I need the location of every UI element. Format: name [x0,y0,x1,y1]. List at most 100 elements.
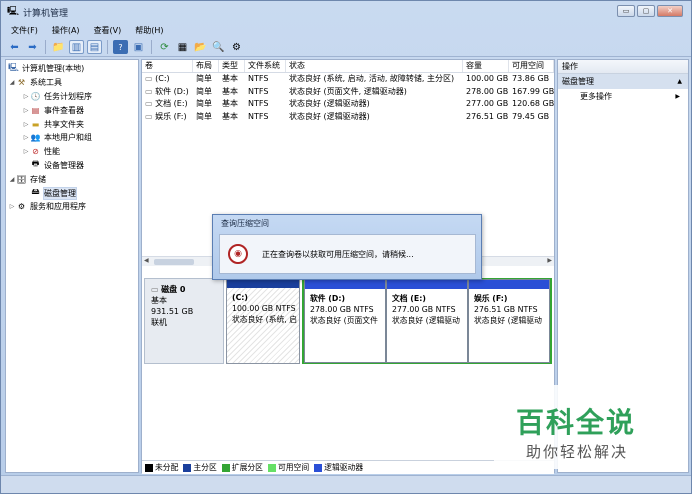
tree-item-computer-management-local[interactable]: 🖳 计算机管理(本地) [6,62,138,76]
column-header-layout[interactable]: 布局 [193,60,219,72]
open-folder-icon[interactable]: 📂 [193,40,208,54]
computer-management-icon: 🖳 [7,7,20,17]
tree-item-disk-management[interactable]: 🖴 磁盘管理 [6,186,138,200]
tree-item-performance[interactable]: ▷ ⊘ 性能 [6,145,138,159]
performance-icon: ⊘ [32,147,39,157]
partition-status: 状态良好 (页面文件 [310,316,378,325]
forward-icon[interactable]: ➡ [25,40,40,54]
show-hide-tree-icon[interactable]: ▥ [69,40,84,54]
minimize-button[interactable]: ▭ [617,5,635,17]
menu-view[interactable]: 查看(V) [94,25,122,36]
back-icon[interactable]: ⬅ [7,40,22,54]
partition-f[interactable]: 娱乐 (F:) 276.51 GB NTFS 状态良好 (逻辑驱动 [468,279,550,363]
tree-item-local-users-groups[interactable]: ▷ 👥 本地用户和组 [6,131,138,145]
maximize-button[interactable]: ▢ [637,5,655,17]
window-title: 计算机管理 [23,8,69,19]
table-row[interactable]: ▭ (C:) 简单 基本 NTFS 状态良好 (系统, 启动, 活动, 故障转储… [142,73,554,86]
legend-unallocated: 未分配 [145,462,178,473]
watermark-title: 百科全说 [516,406,637,439]
disk-size: 931.51 GB [151,307,194,316]
scrollbar-thumb[interactable] [154,259,194,265]
disk-0-label[interactable]: ▭ 磁盘 0 基本 931.51 GB 联机 [144,278,224,364]
tree-item-system-tools[interactable]: ◢ ⚒ 系统工具 [6,76,138,90]
help-icon[interactable]: ? [113,40,128,54]
column-header-status[interactable]: 状态 [286,60,463,72]
expand-triangle-icon[interactable]: ▷ [8,203,16,210]
navigation-tree: 🖳 计算机管理(本地) ◢ ⚒ 系统工具 ▷ 🕓 任务计划程序 ▷ ▤ 事件查看… [5,59,139,473]
tree-item-event-viewer[interactable]: ▷ ▤ 事件查看器 [6,103,138,117]
collapse-triangle-icon[interactable]: ◢ [8,176,16,183]
tree-item-device-manager[interactable]: 🖶 设备管理器 [6,159,138,173]
table-row[interactable]: ▭ 软件 (D:) 简单 基本 NTFS 状态良好 (页面文件, 逻辑驱动器) … [142,86,554,99]
volume-icon: ▭ [145,111,156,121]
partition-name: 文档 (E:) [392,294,426,303]
tree-item-services-applications[interactable]: ▷ ⚙ 服务和应用程序 [6,200,138,214]
legend-extended-partition: 扩展分区 [221,462,263,473]
event-viewer-icon: ▤ [31,105,40,115]
expand-triangle-icon[interactable]: ▷ [22,121,30,128]
section-label: 磁盘管理 [562,77,594,86]
collapse-up-icon[interactable]: ▲ [677,74,682,89]
collapse-triangle-icon[interactable]: ◢ [8,79,16,86]
partition-c[interactable]: (C:) 100.00 GB NTFS 状态良好 (系统, 启 [226,278,300,364]
action-pane-icon[interactable]: ▣ [131,40,146,54]
layout-cell: 简单 [196,99,212,108]
disk-icon: 🖴 [31,187,40,197]
column-header-filesystem[interactable]: 文件系统 [245,60,286,72]
column-header-type[interactable]: 类型 [219,60,245,72]
toolbar-separator [45,40,46,54]
disk-query-icon: ◉ [228,244,248,264]
table-row[interactable]: ▭ 文档 (E:) 简单 基本 NTFS 状态良好 (逻辑驱动器) 277.00… [142,98,554,111]
properties-icon[interactable]: ▦ [175,40,190,54]
menu-help[interactable]: 帮助(H) [135,25,163,36]
tree-item-task-scheduler[interactable]: ▷ 🕓 任务计划程序 [6,90,138,104]
legend-primary-partition: 主分区 [183,462,217,473]
watermark-subtitle: 助你轻松解决 [526,443,629,461]
column-header-volume[interactable]: 卷 [142,60,193,72]
expand-triangle-icon[interactable]: ▷ [22,134,30,141]
capacity-cell: 278.00 GB [466,86,509,96]
legend-free-space: 可用空间 [267,462,309,473]
actions-section-disk-management[interactable]: 磁盘管理 ▲ [558,74,688,89]
settings-icon[interactable]: ⚙ [229,40,244,54]
tree-item-label: 性能 [44,147,60,157]
free-space-cell: 79.45 GB [512,111,550,121]
partition-e[interactable]: 文档 (E:) 277.00 GB NTFS 状态良好 (逻辑驱动 [386,279,468,363]
tree-item-label: 服务和应用程序 [30,202,86,212]
dialog-message: 正在查询卷以获取可用压缩空间，请稍候... [262,249,414,259]
filesystem-cell: NTFS [248,111,269,121]
more-actions-item[interactable]: 更多操作 ▶ [558,89,688,104]
table-row[interactable]: ▭ 娱乐 (F:) 简单 基本 NTFS 状态良好 (逻辑驱动器) 276.51… [142,111,554,124]
up-folder-icon[interactable]: 📁 [51,40,66,54]
column-header-free-space[interactable]: 可用空间 [509,60,554,72]
device-manager-icon: 🖶 [31,159,40,169]
tree-item-label: 磁盘管理 [43,186,77,200]
expand-triangle-icon[interactable]: ▷ [22,107,30,114]
more-actions-label: 更多操作 [580,92,612,101]
partition-d[interactable]: 软件 (D:) 278.00 GB NTFS 状态良好 (页面文件 [304,279,386,363]
list-view-icon[interactable]: ▤ [87,40,102,54]
type-cell: 基本 [222,86,238,96]
users-icon: 👥 [30,133,41,143]
tree-item-storage[interactable]: ◢ 🗄 存储 [6,172,138,186]
volume-name: (C:) [155,74,170,83]
menu-file[interactable]: 文件(F) [11,25,38,36]
type-cell: 基本 [222,111,238,121]
menu-action[interactable]: 操作(A) [52,25,80,36]
search-icon[interactable]: 🔍 [211,40,226,54]
tree-item-shared-folders[interactable]: ▷ ▬ 共享文件夹 [6,117,138,131]
submenu-arrow-icon: ▶ [675,93,680,100]
close-button[interactable]: ✕ [657,5,683,17]
expand-triangle-icon[interactable]: ▷ [22,148,30,155]
layout-cell: 简单 [196,74,212,83]
clock-icon: 🕓 [30,91,41,101]
refresh-icon[interactable]: ⟳ [157,40,172,54]
capacity-cell: 100.00 GB [466,74,509,83]
column-header-capacity[interactable]: 容量 [463,60,509,72]
query-shrink-space-dialog: 查询压缩空间 ◉ 正在查询卷以获取可用压缩空间，请稍候... [212,214,482,280]
status-cell: 状态良好 (页面文件, 逻辑驱动器) [289,86,407,96]
scroll-right-icon[interactable]: ▶ [547,257,552,264]
expand-triangle-icon[interactable]: ▷ [22,93,30,100]
scroll-left-icon[interactable]: ◀ [144,257,149,264]
legend-label: 主分区 [193,463,217,472]
